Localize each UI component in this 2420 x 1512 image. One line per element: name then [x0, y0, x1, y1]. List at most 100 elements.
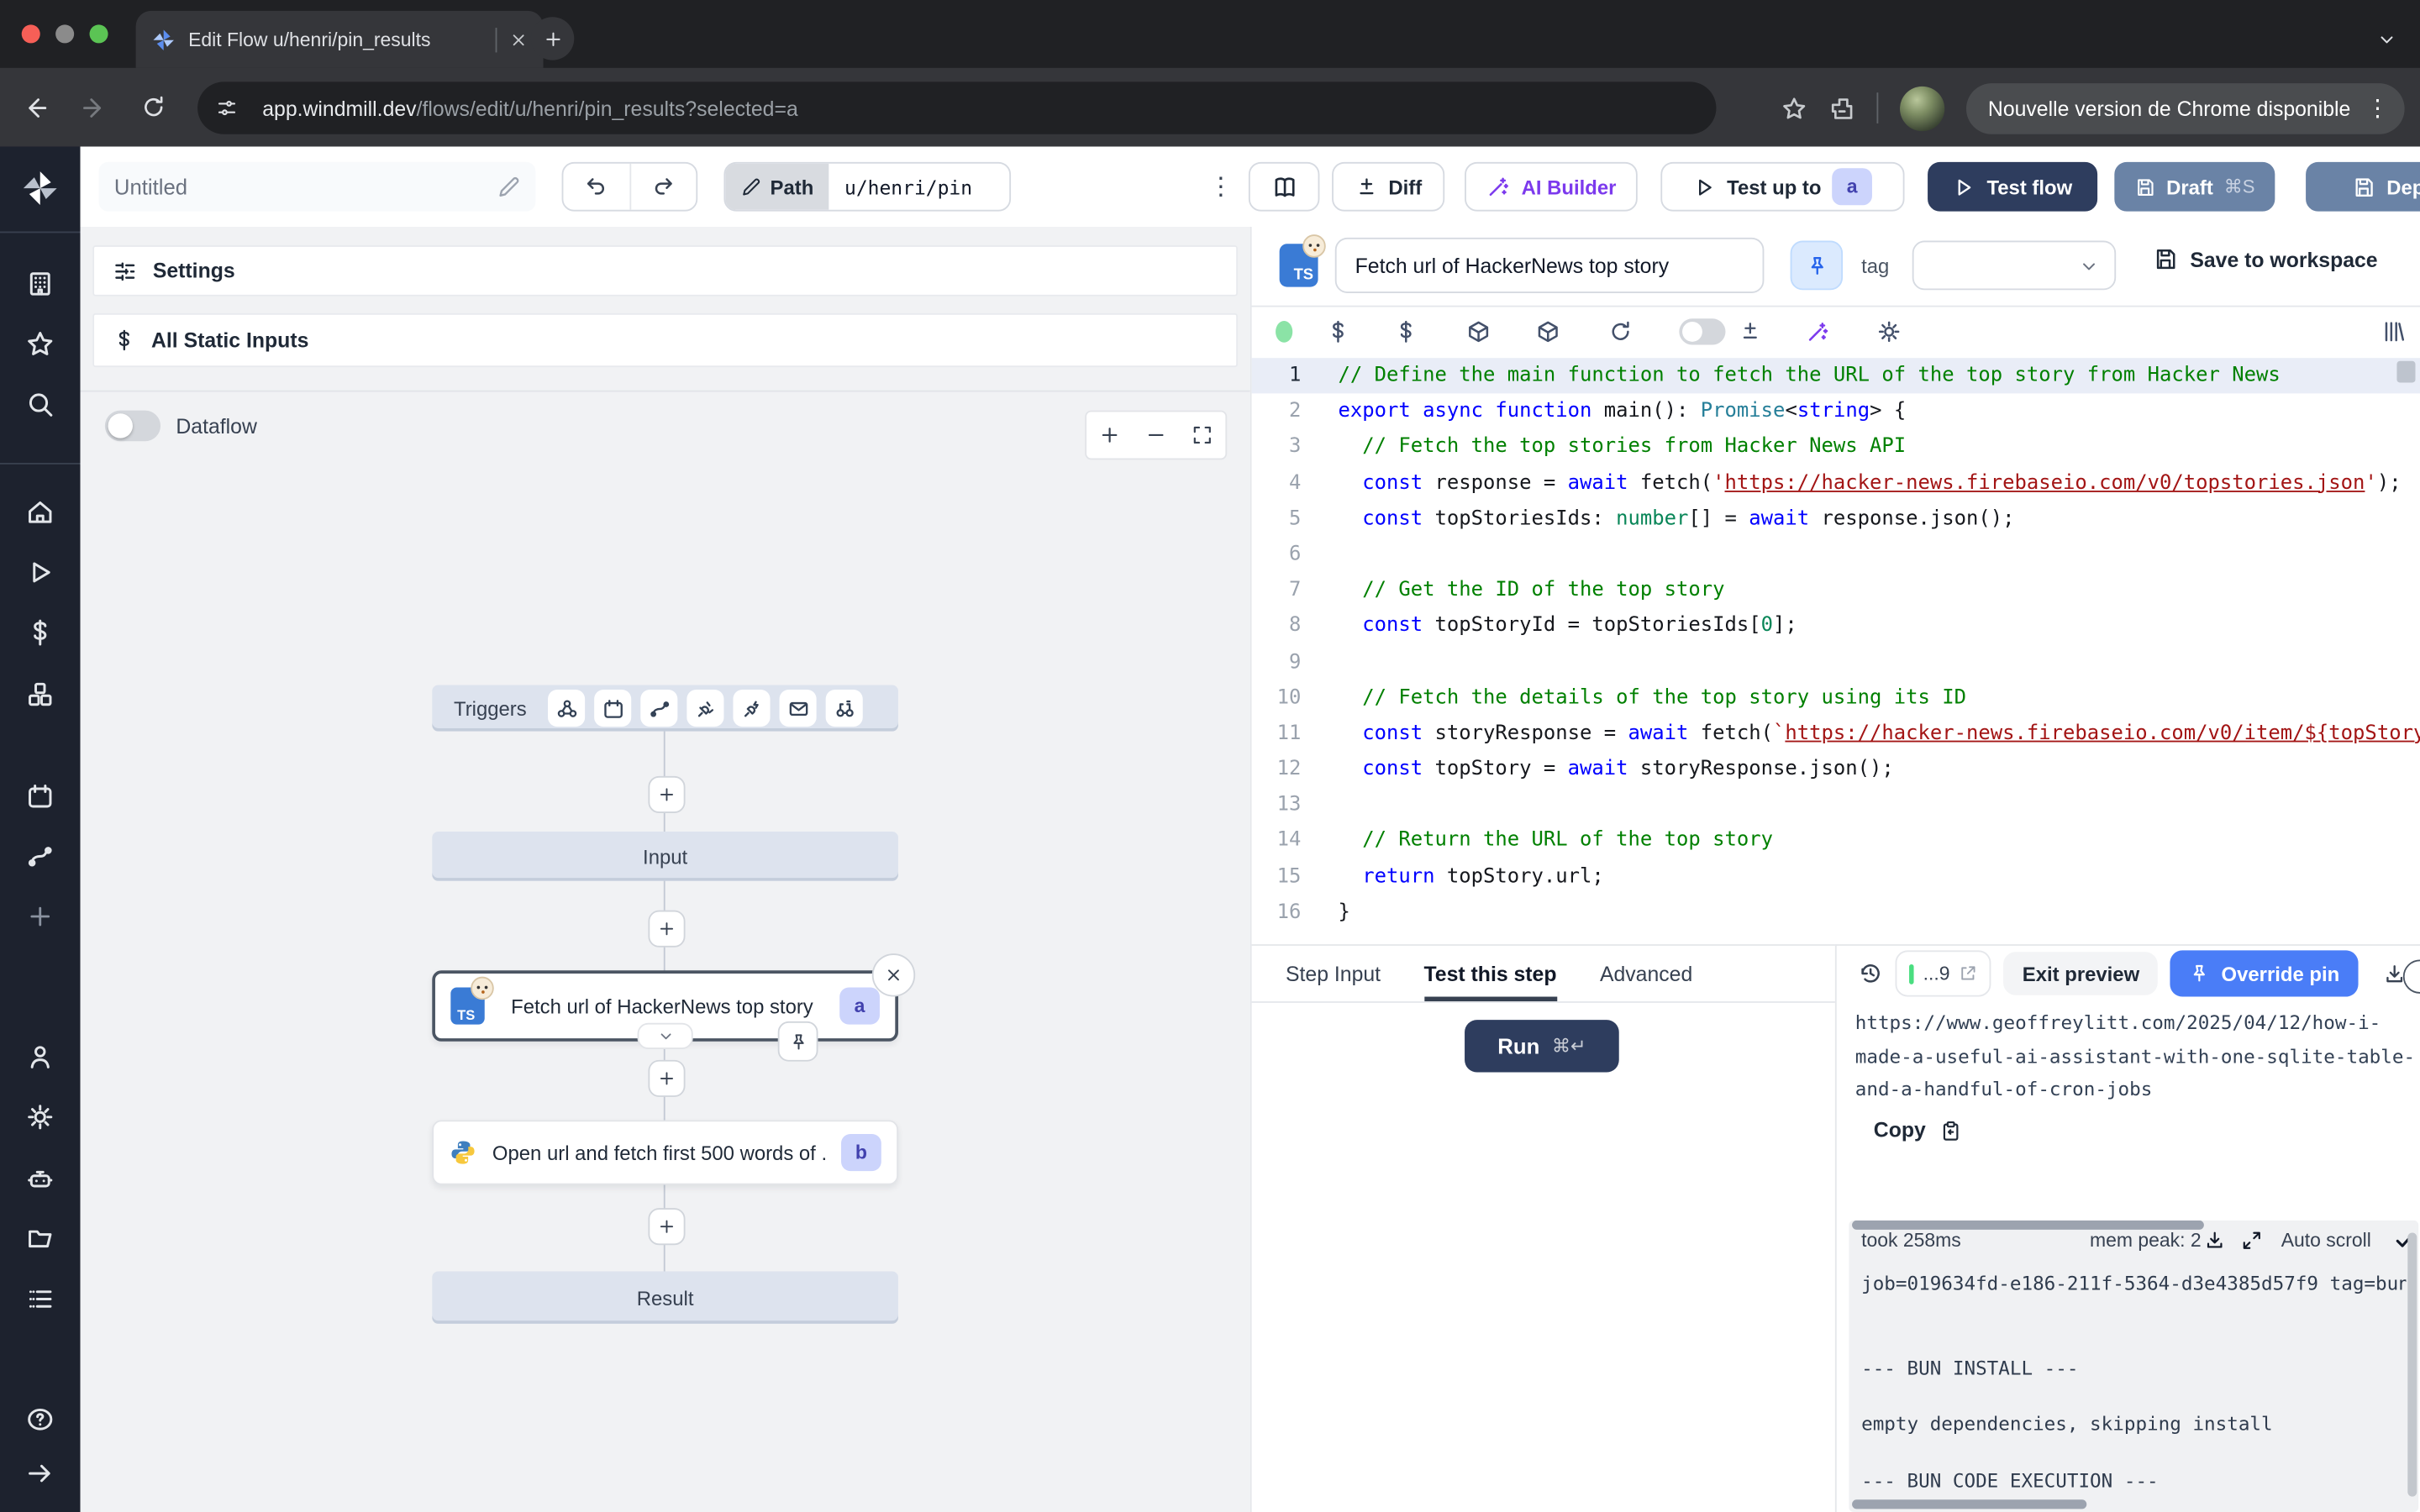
code-line[interactable]: 4 const response = await fetch('https://…: [1252, 465, 2420, 501]
sidebar-item-folders[interactable]: [25, 1224, 55, 1253]
email-icon[interactable]: [780, 690, 817, 727]
sidebar-item-variables[interactable]: [25, 618, 55, 648]
extensions-icon[interactable]: [1829, 95, 1855, 121]
add-step-button[interactable]: [648, 911, 685, 948]
save-draft-button[interactable]: Draft ⌘S: [2114, 162, 2275, 212]
sidebar-item-runs[interactable]: [25, 558, 55, 587]
step-title-input[interactable]: [1335, 238, 1765, 293]
sidebar-item-resources[interactable]: [25, 680, 55, 709]
input-node[interactable]: Input: [432, 832, 898, 881]
flow-name-field[interactable]: Untitled: [99, 162, 536, 212]
schedule-icon[interactable]: [595, 690, 632, 727]
variables-icon[interactable]: [1394, 319, 1418, 344]
remove-step-icon[interactable]: [872, 953, 915, 996]
add-step-button[interactable]: [648, 776, 685, 813]
result-node[interactable]: Result: [432, 1271, 898, 1323]
forward-button[interactable]: [71, 84, 117, 130]
sidebar-item-workers[interactable]: [25, 1164, 55, 1194]
docs-button[interactable]: [1249, 162, 1319, 212]
sidebar-item-account[interactable]: [25, 1042, 55, 1072]
sidebar-item-workspace[interactable]: [25, 270, 55, 299]
code-line[interactable]: 1// Define the main function to fetch th…: [1252, 358, 2420, 394]
job-version-badge[interactable]: ...9: [1896, 950, 1992, 996]
sidebar-item-create[interactable]: [26, 902, 54, 930]
step-node-a[interactable]: TS Fetch url of HackerNews top story a: [432, 970, 898, 1041]
code-line[interactable]: 7 // Get the ID of the top story: [1252, 573, 2420, 609]
code-line[interactable]: 10 // Fetch the details of the top story…: [1252, 680, 2420, 716]
sidebar-item-home[interactable]: [25, 497, 55, 527]
collapse-step-icon[interactable]: [638, 1023, 693, 1049]
code-line[interactable]: 15 return topStory.url;: [1252, 858, 2420, 895]
external-link-icon[interactable]: [1960, 964, 1978, 983]
code-line[interactable]: 6: [1252, 537, 2420, 573]
sidebar-item-favorites[interactable]: [25, 329, 55, 359]
address-bar[interactable]: app.windmill.dev/flows/edit/u/henri/pin_…: [197, 81, 1716, 134]
new-tab-button[interactable]: [531, 17, 574, 60]
reload-icon[interactable]: [1608, 319, 1633, 344]
logs-vscrollbar[interactable]: [2407, 1233, 2417, 1497]
sidebar-item-help[interactable]: [25, 1404, 55, 1434]
diff-icon[interactable]: [1739, 320, 1762, 344]
path-chip[interactable]: Path u/henri/pin: [723, 162, 1011, 212]
add-step-button[interactable]: [648, 1208, 685, 1245]
kafka-icon[interactable]: [734, 690, 771, 727]
tab-step-input[interactable]: Step Input: [1286, 946, 1381, 1001]
deploy-button[interactable]: Deploy: [2306, 162, 2420, 212]
exit-preview-button[interactable]: Exit preview: [2004, 952, 2158, 995]
scraper-icon[interactable]: [826, 690, 863, 727]
code-line[interactable]: 5 const topStoriesIds: number[] = await …: [1252, 501, 2420, 537]
code-line[interactable]: 3 // Fetch the top stories from Hacker N…: [1252, 429, 2420, 465]
redo-button[interactable]: [629, 164, 696, 210]
window-minimize-button[interactable]: [55, 24, 74, 43]
logs-hscrollbar-bottom[interactable]: [1852, 1499, 2086, 1509]
expand-logs-icon[interactable]: [2241, 1230, 2263, 1252]
diff-button[interactable]: Diff: [1332, 162, 1444, 212]
pin-toggle-button[interactable]: [1791, 241, 1843, 291]
save-to-workspace-button[interactable]: Save to workspace: [2153, 247, 2377, 271]
reload-button[interactable]: [129, 84, 176, 130]
window-zoom-button[interactable]: [90, 24, 108, 43]
sidebar-item-routes[interactable]: [25, 842, 55, 871]
windmill-logo-icon[interactable]: [20, 168, 60, 208]
profile-avatar[interactable]: [1900, 86, 1944, 130]
chrome-update-button[interactable]: Nouvelle version de Chrome disponible ⋮: [1966, 82, 2404, 134]
dataflow-toggle[interactable]: [105, 411, 160, 442]
code-line[interactable]: 9: [1252, 644, 2420, 680]
add-step-button[interactable]: [648, 1060, 685, 1097]
websocket-icon[interactable]: [687, 690, 724, 727]
code-line[interactable]: 8 const topStoryId = topStoriesIds[0];: [1252, 608, 2420, 644]
back-button[interactable]: [13, 84, 59, 130]
sidebar-item-audit-logs[interactable]: [25, 1284, 55, 1314]
sidebar-item-settings[interactable]: [25, 1102, 55, 1131]
ai-wand-icon[interactable]: [1806, 319, 1830, 344]
minimap-slider[interactable]: [2396, 361, 2415, 383]
ai-builder-button[interactable]: AI Builder: [1465, 162, 1638, 212]
tag-select[interactable]: [1912, 241, 2116, 291]
copy-button[interactable]: Copy: [1874, 1119, 1961, 1142]
static-inputs-icon[interactable]: [1326, 319, 1350, 344]
webhook-icon[interactable]: [548, 690, 585, 727]
code-line[interactable]: 13: [1252, 787, 2420, 823]
test-flow-button[interactable]: Test flow: [1928, 162, 2097, 212]
auto-scroll-label[interactable]: Auto scroll: [2281, 1230, 2371, 1252]
test-up-to-button[interactable]: Test up to a: [1660, 162, 1904, 212]
zoom-out-icon[interactable]: [1145, 424, 1167, 446]
download-logs-icon[interactable]: [2204, 1230, 2226, 1252]
flow-canvas[interactable]: Dataflow Triggers: [81, 391, 1250, 1512]
fit-view-icon[interactable]: [1192, 424, 1213, 446]
sidebar-item-schedules[interactable]: [25, 781, 55, 811]
pinned-result-icon[interactable]: [778, 1021, 818, 1062]
logs-panel[interactable]: took 258ms mem peak: 2 Auto scroll: [1849, 1221, 2418, 1512]
tab-close-icon[interactable]: [509, 30, 528, 49]
tab-advanced[interactable]: Advanced: [1600, 946, 1692, 1001]
history-icon[interactable]: [1858, 961, 1882, 985]
sidebar-item-search[interactable]: [25, 390, 55, 419]
route-icon[interactable]: [641, 690, 678, 727]
tab-list-caret-button[interactable]: [2365, 17, 2407, 60]
edit-pencil-icon[interactable]: [497, 175, 520, 198]
code-line[interactable]: 12 const topStory = await storyResponse.…: [1252, 752, 2420, 788]
run-button[interactable]: Run ⌘↵: [1465, 1020, 1619, 1072]
window-close-button[interactable]: [22, 24, 40, 43]
code-line[interactable]: 16}: [1252, 895, 2420, 931]
bookmark-star-icon[interactable]: [1781, 95, 1807, 121]
